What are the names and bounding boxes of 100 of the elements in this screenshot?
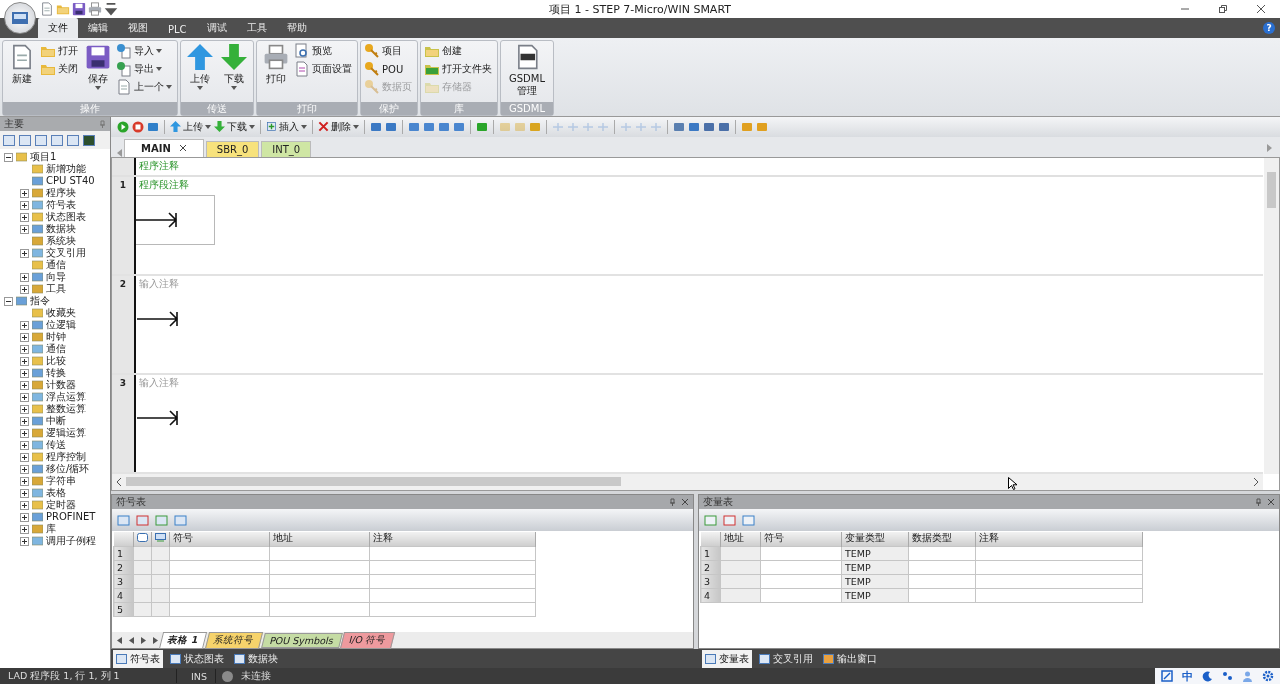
tree-item[interactable]: 工具 [46,283,66,295]
expand-icon[interactable] [20,284,29,294]
first-page-icon[interactable] [116,636,123,644]
tree-item[interactable]: 程序块 [46,187,76,199]
expand-icon[interactable] [20,536,29,546]
moon-icon[interactable] [1202,670,1213,682]
menu-tab[interactable]: 编辑 [78,18,118,38]
ime-mode[interactable]: 中 [1182,668,1193,684]
next-icon[interactable] [140,636,147,644]
scroll-left-icon[interactable] [116,477,122,486]
ribbon-button[interactable]: 上一个 [116,79,174,95]
toolbar-button[interactable]: 插入 [266,119,307,134]
toolbar-icon[interactable] [688,120,700,133]
toolbar-icon[interactable] [3,134,15,146]
expand-icon[interactable] [20,248,29,258]
menu-tab[interactable]: 工具 [236,18,277,38]
expand-icon[interactable] [20,512,29,522]
sheet-tab[interactable]: POU Symbols [261,632,343,648]
pin-icon[interactable] [669,497,676,506]
tree-item[interactable]: 交叉引用 [46,247,86,259]
restore-icon[interactable] [1218,4,1228,14]
ribbon-button[interactable]: 保存 [82,43,114,100]
tree-item[interactable]: 时钟 [46,331,66,343]
tree-item[interactable]: 符号表 [46,199,76,211]
expand-icon[interactable] [20,272,29,282]
tree-item[interactable]: 系统块 [46,235,76,247]
tree-item[interactable]: 通信 [46,259,66,271]
tree-item[interactable]: CPU ST40 [46,175,95,187]
tree-item[interactable]: 移位/循环 [46,463,90,475]
ribbon-button[interactable]: 打开 [40,43,80,59]
expand-icon[interactable] [20,404,29,414]
scroll-right-icon[interactable] [1253,477,1259,486]
toolbar-icon[interactable] [51,134,63,146]
ribbon-button[interactable]: GSDML 管理 [504,43,550,100]
ribbon-button[interactable]: 打印 [260,43,292,100]
sheet-tab[interactable]: I/O 符号 [340,631,396,649]
tree-item[interactable]: 指令 [30,295,50,307]
tree-item[interactable]: 整数运算 [46,403,86,415]
panel-tab[interactable]: 输出窗口 [820,649,880,668]
tree-item[interactable]: 收藏夹 [46,307,76,319]
toolbar-icon[interactable] [83,134,95,146]
panel-tab[interactable]: 符号表 [113,649,163,668]
tree-item[interactable]: 定时器 [46,499,76,511]
ribbon-button[interactable]: 关闭 [40,61,80,77]
expand-icon[interactable] [20,392,29,402]
editor-tab[interactable]: SBR_0 [205,140,260,157]
tree-item[interactable]: 比较 [46,355,66,367]
selected-cell[interactable] [136,194,215,245]
tree-item[interactable]: 字符串 [46,475,76,487]
ribbon-button[interactable]: 打开文件夹 [424,61,494,77]
sheet-tab[interactable]: 系统符号 [204,631,264,649]
expand-icon[interactable] [20,320,29,330]
expand-icon[interactable] [20,500,29,510]
close-icon[interactable] [1267,497,1275,506]
tree-item[interactable]: 传送 [46,439,66,451]
ribbon-button[interactable]: 下载 [218,43,250,100]
tree-item[interactable]: 状态图表 [46,211,86,223]
toolbar-button[interactable]: 上传 [170,119,211,134]
expand-icon[interactable] [20,440,29,450]
expand-icon[interactable] [20,212,29,222]
expand-icon[interactable] [20,188,29,198]
help-button[interactable]: ? [1263,22,1275,34]
tree-item[interactable]: 程序控制 [46,451,86,463]
expand-icon[interactable] [20,200,29,210]
tree-item[interactable]: 库 [46,523,56,535]
ribbon-button[interactable]: 创建 [424,43,494,59]
tree-item[interactable]: 新增功能 [46,163,86,175]
ribbon-button[interactable]: 项目 [364,43,414,59]
toolbar-icon[interactable] [19,134,31,146]
ribbon-button[interactable]: 导入 [116,43,174,59]
expand-icon[interactable] [20,368,29,378]
expand-icon[interactable] [20,524,29,534]
punctuation-icon[interactable] [1222,670,1233,682]
expand-icon[interactable] [20,428,29,438]
expand-icon[interactable] [20,332,29,342]
editor-tab[interactable]: MAIN [124,138,204,157]
toolbar-icon[interactable] [385,120,397,133]
ribbon-button[interactable]: 上传 [184,43,216,100]
tree-item[interactable]: 中断 [46,415,66,427]
toolbar-button[interactable]: 下载 [214,119,255,134]
toolbar-icon[interactable] [673,120,685,133]
tree-item[interactable]: 逻辑运算 [46,427,86,439]
tree-item[interactable]: 调用子例程 [46,535,96,547]
menu-tab[interactable]: 文件 [38,18,78,38]
tree-item[interactable]: 位逻辑 [46,319,76,331]
expand-icon[interactable] [20,416,29,426]
editor-tab[interactable]: INT_0 [261,140,312,157]
close-icon[interactable] [681,497,689,506]
ribbon-button[interactable]: 新建 [6,43,38,100]
panel-tab[interactable]: 状态图表 [167,649,227,668]
expand-icon[interactable] [20,488,29,498]
panel-tab[interactable]: 数据块 [231,649,281,668]
collapse-icon[interactable] [4,296,13,306]
ribbon-button[interactable]: 预览 [294,43,354,59]
toolbar-icon[interactable] [67,134,79,146]
close-icon[interactable] [1256,4,1266,14]
ime-icon[interactable] [1161,670,1173,682]
tree-item[interactable]: 向导 [46,271,66,283]
ribbon-button[interactable]: 页面设置 [294,61,354,77]
menu-tab[interactable]: 帮助 [276,18,317,38]
